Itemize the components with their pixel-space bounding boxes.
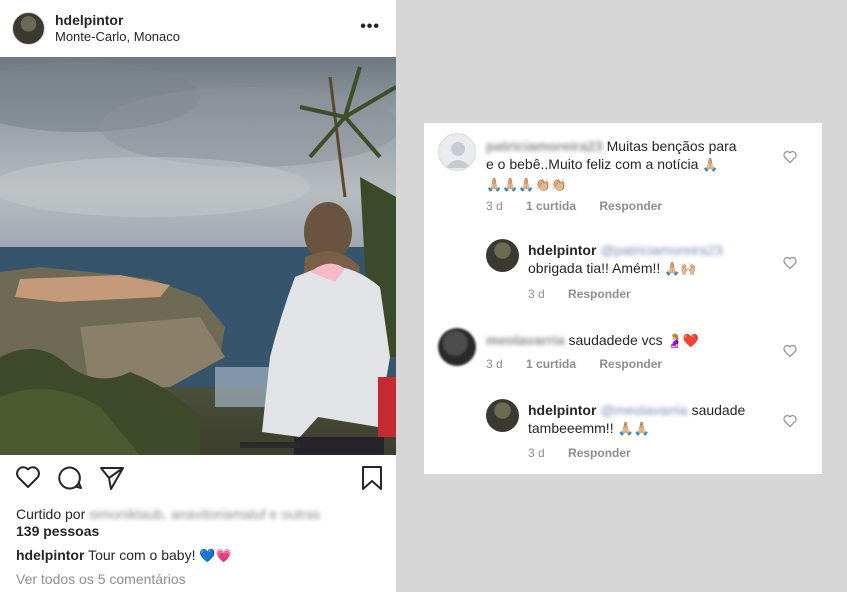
comment-emoji-1: 🙏🏼	[702, 158, 719, 173]
more-horizontal-icon[interactable]: •••	[360, 19, 380, 35]
comment-meta: 3 d 1 curtida Responder	[486, 357, 682, 371]
comment-body-line2: tambeeemm!!	[528, 420, 614, 436]
comment-emoji-2: 🙏🏼🙏🏼🙏🏼👏🏼👏🏼	[486, 178, 567, 193]
reply-button[interactable]: Responder	[599, 357, 662, 371]
mention-link[interactable]: @meolavarria	[600, 401, 687, 419]
comment-reply: hdelpintor @patriciamoreira23 obrigada t…	[424, 233, 822, 308]
comment-like-icon[interactable]	[783, 414, 797, 428]
comment-emoji: 🙏🏼🙏🏼	[617, 422, 650, 437]
comment-meta: 3 d 1 curtida Responder	[486, 199, 682, 213]
reply-button[interactable]: Responder	[568, 287, 631, 301]
comment-time: 3 d	[528, 287, 545, 301]
post-username[interactable]: hdelpintor	[55, 12, 180, 29]
comment-time: 3 d	[528, 446, 545, 460]
comment-like-icon[interactable]	[783, 256, 797, 270]
likes-count[interactable]: 139 pessoas	[16, 523, 99, 540]
avatar[interactable]	[438, 328, 476, 366]
liked-by-users[interactable]: simoniklaub, anavitoriamaluf e outras	[89, 506, 320, 523]
caption-text: Tour com o baby!	[88, 547, 196, 563]
comment-meta: 3 d Responder	[528, 287, 651, 301]
avatar[interactable]	[486, 239, 519, 272]
bookmark-icon[interactable]	[361, 465, 383, 491]
comment-likes[interactable]: 1 curtida	[526, 357, 576, 371]
post-photo[interactable]	[0, 57, 396, 455]
comment-body: obrigada tia!! Amém!!	[528, 260, 661, 276]
comment-time: 3 d	[486, 357, 503, 371]
caption-username[interactable]: hdelpintor	[16, 547, 84, 563]
comment-body-line1: Muitas bençãos para	[606, 138, 737, 154]
post-location[interactable]: Monte-Carlo, Monaco	[55, 29, 180, 45]
comment-reply: hdelpintor @meolavarria saudade tambeeem…	[424, 393, 822, 471]
share-icon[interactable]	[99, 465, 125, 491]
photo-scene	[0, 62, 396, 455]
comment-body: saudadede vcs	[568, 332, 663, 348]
comment-emoji: 🙏🏼🙌🏼	[664, 262, 697, 277]
post-header: hdelpintor Monte-Carlo, Monaco •••	[0, 0, 396, 57]
comment-text: hdelpintor @meolavarria saudade tambeeem…	[528, 401, 778, 439]
comment-likes[interactable]: 1 curtida	[526, 199, 576, 213]
comment-username[interactable]: hdelpintor	[528, 242, 596, 258]
comment: patriciamoreira23 Muitas bençãos para e …	[424, 123, 822, 223]
comment-username[interactable]: meolavarria	[486, 331, 565, 349]
comment-text: patriciamoreira23 Muitas bençãos para e …	[486, 137, 786, 195]
mention-link[interactable]: @patriciamoreira23	[600, 241, 722, 259]
liked-by-prefix: Curtido por	[16, 506, 86, 522]
avatar[interactable]	[438, 133, 476, 171]
reply-button[interactable]: Responder	[568, 446, 631, 460]
default-avatar-icon	[445, 142, 471, 168]
comment-text: hdelpintor @patriciamoreira23 obrigada t…	[528, 241, 778, 279]
comment: meolavarria saudadede vcs 🤰🏼❤️ 3 d 1 cur…	[424, 318, 822, 383]
comment-text: meolavarria saudadede vcs 🤰🏼❤️	[486, 331, 776, 351]
comment-body-line1: saudade	[691, 402, 746, 418]
comment-time: 3 d	[486, 199, 503, 213]
comment-username[interactable]: hdelpintor	[528, 402, 596, 418]
comment-like-icon[interactable]	[783, 344, 797, 358]
reply-button[interactable]: Responder	[599, 199, 662, 213]
comment-meta: 3 d Responder	[528, 446, 651, 460]
comment-emoji: 🤰🏼❤️	[666, 334, 699, 349]
post-actions	[0, 465, 396, 499]
comments-card: patriciamoreira23 Muitas bençãos para e …	[424, 123, 822, 474]
instagram-post: hdelpintor Monte-Carlo, Monaco ••• Curti…	[0, 0, 396, 592]
heart-icon[interactable]	[15, 465, 41, 489]
comment-icon[interactable]	[57, 465, 83, 491]
avatar[interactable]	[486, 399, 519, 432]
comment-like-icon[interactable]	[783, 150, 797, 164]
comment-username[interactable]: patriciamoreira23	[486, 137, 603, 155]
post-caption: hdelpintor Tour com o baby! 💙💗	[16, 546, 232, 566]
view-all-comments-link[interactable]: Ver todos os 5 comentários	[16, 571, 186, 588]
caption-emoji: 💙💗	[199, 549, 232, 564]
liked-by-line: Curtido por simoniklaub, anavitoriamaluf…	[16, 506, 320, 523]
avatar[interactable]	[12, 12, 45, 45]
post-user-info: hdelpintor Monte-Carlo, Monaco	[55, 12, 180, 45]
comment-body-line2: e o bebê..Muito feliz com a notícia	[486, 156, 699, 172]
